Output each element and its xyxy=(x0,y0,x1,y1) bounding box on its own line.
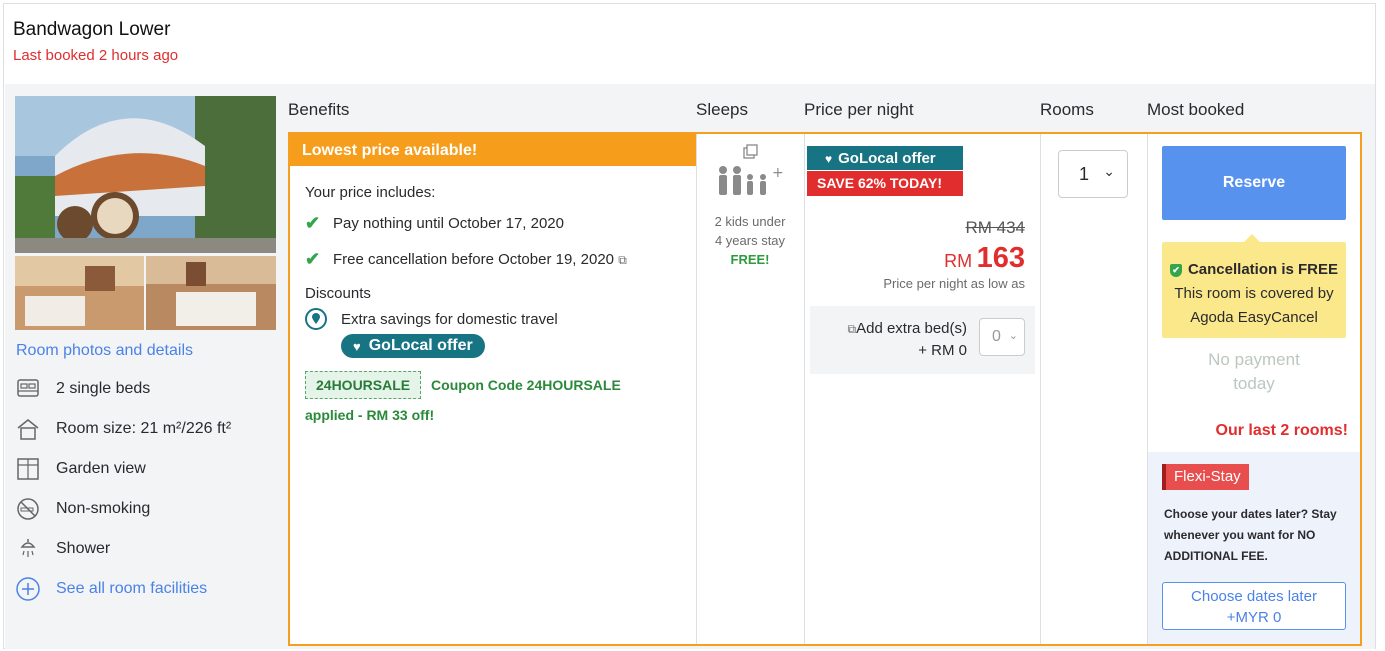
price-currency: RM xyxy=(944,251,973,271)
location-pin-icon xyxy=(305,308,327,330)
pin-icon: ♥ xyxy=(353,338,361,354)
room-photos-link[interactable]: Room photos and details xyxy=(16,342,193,360)
sleeps-line-2: 4 years stay xyxy=(714,233,786,248)
golocal-badge: ♥ GoLocal offer xyxy=(807,146,963,170)
see-all-facilities-label: See all room facilities xyxy=(56,580,208,597)
facility-beds: 2 single beds xyxy=(14,375,284,403)
coupon-applied-text: applied - RM 33 off! xyxy=(305,407,435,423)
shield-check-icon: ✔ xyxy=(1169,263,1182,277)
extra-bed-panel: ⧉Add extra bed(s) + RM 0 0 ⌄ xyxy=(810,306,1035,374)
facility-room-size: Room size: 21 m²/226 ft² xyxy=(14,415,284,443)
svg-text:+: + xyxy=(772,165,784,181)
benefits-list: Your price includes: ✔ Pay nothing until… xyxy=(305,184,695,430)
booking-column: Reserve ✔ Cancellation is FREE This room … xyxy=(1148,134,1360,644)
header-price: Price per night xyxy=(804,100,914,119)
facility-shower: Shower xyxy=(14,535,284,563)
shower-icon xyxy=(14,535,42,563)
room-title: Bandwagon Lower xyxy=(13,19,171,40)
discount-item: Extra savings for domestic travel xyxy=(305,308,695,330)
coupon-line: 24HOURSALE Coupon Code 24HOURSALE applie… xyxy=(305,370,695,430)
family-icon: + xyxy=(696,165,804,202)
header-benefits: Benefits xyxy=(288,100,350,119)
pin-icon: ♥ xyxy=(825,152,833,166)
discount-text: Extra savings for domestic travel xyxy=(341,310,558,328)
check-icon: ✔ xyxy=(305,249,321,269)
bed-icon xyxy=(14,375,42,403)
coupon-code-text: Coupon Code 24HOURSALE xyxy=(431,377,621,393)
sleeps-free-badge: FREE! xyxy=(730,252,770,267)
extra-bed-select[interactable]: 0 ⌄ xyxy=(979,318,1025,356)
facility-view: Garden view xyxy=(14,455,284,483)
external-link-icon[interactable]: ⧉ xyxy=(618,253,627,267)
save-badge: SAVE 62% TODAY! xyxy=(807,171,963,196)
extra-bed-price: + RM 0 xyxy=(918,342,967,359)
no-smoking-icon xyxy=(14,495,42,523)
lowest-price-banner: Lowest price available! xyxy=(290,134,696,166)
header-most-booked: Most booked xyxy=(1147,100,1245,119)
sleeps-line-1: 2 kids under xyxy=(714,214,786,229)
chevron-down-icon: ⌄ xyxy=(1103,163,1115,179)
header-sleeps: Sleeps xyxy=(696,100,748,119)
no-payment-note: No payment today xyxy=(1208,350,1300,393)
room-photo-thumb-2[interactable] xyxy=(146,256,276,330)
rooms-select[interactable]: 1 ⌄ xyxy=(1058,150,1128,198)
facility-label: Shower xyxy=(56,540,111,557)
discounts-title: Discounts xyxy=(305,285,371,302)
cancel-line-1: This room is covered by xyxy=(1174,285,1334,302)
facility-label: 2 single beds xyxy=(56,380,151,397)
facility-label: Non-smoking xyxy=(56,500,151,517)
coupon-tag: 24HOURSALE xyxy=(305,371,422,399)
benefit-text: Free cancellation before October 19, 202… xyxy=(333,251,627,268)
house-icon xyxy=(14,415,42,443)
window-icon xyxy=(14,455,42,483)
price-amount: 163 xyxy=(976,242,1025,274)
free-cancellation-box: ✔ Cancellation is FREE This room is cover… xyxy=(1162,242,1346,338)
flexi-stay-panel: Flexi-Stay Choose your dates later? Stay… xyxy=(1148,452,1360,644)
flexi-stay-tag: Flexi-Stay xyxy=(1162,464,1249,490)
cancel-pointer xyxy=(1244,234,1260,242)
facility-label: Garden view xyxy=(56,460,146,477)
facility-non-smoking: Non-smoking xyxy=(14,495,284,523)
room-card: Bandwagon Lower Last booked 2 hours ago xyxy=(3,3,1376,649)
external-link-icon[interactable]: ⧉ xyxy=(848,322,857,336)
last-rooms-warning: Our last 2 rooms! xyxy=(1215,422,1348,439)
price-note: Price per night as low as xyxy=(883,276,1025,291)
choose-dates-later-button[interactable]: Choose dates later +MYR 0 xyxy=(1162,582,1346,630)
extra-bed-label: ⧉Add extra bed(s) + RM 0 xyxy=(847,320,967,359)
original-price: RM 434 xyxy=(965,218,1025,237)
golocal-pill-row: ♥ GoLocal offer xyxy=(305,334,695,358)
room-photo-thumb-1[interactable] xyxy=(15,256,144,330)
price-includes-title: Your price includes: xyxy=(305,184,436,201)
cancel-title: ✔ Cancellation is FREE xyxy=(1162,258,1346,282)
cancel-line-2: Agoda EasyCancel xyxy=(1190,309,1318,326)
reserve-button[interactable]: Reserve xyxy=(1162,146,1346,220)
room-offer-row: Lowest price available! Your price inclu… xyxy=(288,132,1362,646)
benefit-item: ✔ Pay nothing until October 17, 2020 xyxy=(305,211,695,237)
golocal-pill: ♥ GoLocal offer xyxy=(341,334,485,358)
facility-label: Room size: 21 m²/226 ft² xyxy=(56,420,232,437)
room-photo-main[interactable] xyxy=(15,96,276,253)
sleeps-column: + 2 kids under 4 years stay FREE! xyxy=(696,134,804,644)
chevron-down-icon: ⌄ xyxy=(1008,330,1018,342)
benefit-text: Pay nothing until October 17, 2020 xyxy=(333,215,564,232)
check-icon: ✔ xyxy=(305,213,321,233)
header-rooms: Rooms xyxy=(1040,100,1094,119)
external-link-icon[interactable] xyxy=(696,144,804,163)
current-price: RM 163 xyxy=(944,242,1025,275)
plus-circle-icon xyxy=(14,575,42,603)
see-all-facilities-link[interactable]: See all room facilities xyxy=(14,575,284,603)
last-booked-note: Last booked 2 hours ago xyxy=(13,47,179,64)
rooms-column: 1 ⌄ xyxy=(1041,134,1148,644)
flexi-stay-description: Choose your dates later? Stay whenever y… xyxy=(1164,507,1337,563)
price-column: ♥ GoLocal offer SAVE 62% TODAY! RM 434 RM… xyxy=(805,134,1040,644)
benefit-item: ✔ Free cancellation before October 19, 2… xyxy=(305,247,695,273)
